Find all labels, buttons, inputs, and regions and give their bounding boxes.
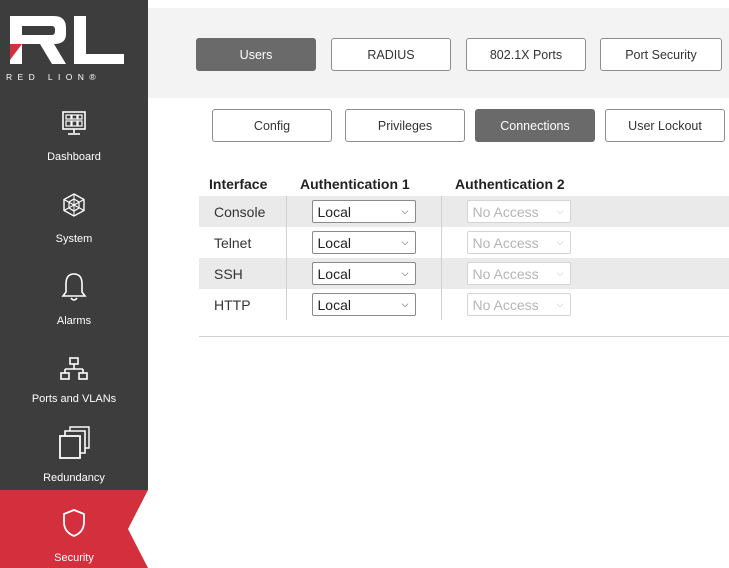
dashboard-icon bbox=[62, 111, 86, 135]
sidebar-item-label: Dashboard bbox=[47, 151, 101, 163]
auth1-select[interactable]: Local ⌵ bbox=[311, 200, 416, 223]
content-panel bbox=[175, 98, 729, 568]
chevron-down-icon: ⌵ bbox=[556, 206, 564, 216]
subtab-config[interactable]: Config bbox=[212, 109, 332, 142]
bell-icon bbox=[61, 273, 87, 301]
sidebar-item-dashboard[interactable]: Dashboard bbox=[0, 98, 148, 178]
interface-name: Telnet bbox=[214, 234, 252, 251]
active-indicator bbox=[128, 490, 148, 568]
chevron-down-icon: ⌵ bbox=[401, 268, 409, 278]
sidebar: RED LION® Dashboard System Alarms Ports … bbox=[0, 0, 148, 568]
tab-users[interactable]: Users bbox=[196, 38, 316, 71]
sidebar-item-security[interactable]: Security bbox=[0, 490, 148, 568]
brand-logo: RED LION® bbox=[0, 0, 148, 88]
chevron-down-icon: ⌵ bbox=[556, 237, 564, 247]
interface-name: HTTP bbox=[214, 296, 251, 313]
sidebar-item-redundancy[interactable]: Redundancy bbox=[0, 418, 148, 498]
auth2-select: No Access ⌵ bbox=[466, 231, 571, 254]
auth1-select[interactable]: Local ⌵ bbox=[311, 293, 416, 316]
subtab-user-lockout[interactable]: User Lockout bbox=[605, 109, 725, 142]
auth1-select[interactable]: Local ⌵ bbox=[311, 262, 416, 285]
subtab-privileges[interactable]: Privileges bbox=[345, 109, 465, 142]
auth2-select: No Access ⌵ bbox=[466, 262, 571, 285]
table-row: Console Local ⌵ No Access ⌵ bbox=[199, 196, 729, 227]
sidebar-item-label: Security bbox=[54, 552, 94, 564]
interface-name: Console bbox=[199, 196, 286, 227]
sidebar-item-label: Redundancy bbox=[43, 472, 105, 484]
sidebar-item-label: Alarms bbox=[56, 315, 92, 327]
shield-icon bbox=[63, 509, 85, 537]
interface-name: SSH bbox=[199, 258, 286, 289]
table-row: SSH Local ⌵ No Access ⌵ bbox=[199, 258, 729, 289]
tab-8021x-ports[interactable]: 802.1X Ports bbox=[466, 38, 586, 71]
tab-radius[interactable]: RADIUS bbox=[331, 38, 451, 71]
logo-text: RED LION® bbox=[6, 72, 102, 82]
table-divider bbox=[199, 336, 729, 337]
auth1-select[interactable]: Local ⌵ bbox=[311, 231, 416, 254]
subtab-connections[interactable]: Connections bbox=[475, 109, 595, 142]
redundancy-icon bbox=[59, 426, 90, 459]
tab-port-security[interactable]: Port Security bbox=[600, 38, 722, 71]
sidebar-item-label: Ports and VLANs bbox=[31, 393, 117, 405]
auth2-select: No Access ⌵ bbox=[466, 293, 571, 316]
connections-table: Interface Authentication 1 Authenticatio… bbox=[199, 172, 729, 320]
table-row: Telnet Local ⌵ No Access ⌵ bbox=[199, 227, 729, 258]
table-row: HTTP Local ⌵ No Access ⌵ bbox=[199, 289, 729, 320]
system-icon bbox=[63, 193, 85, 217]
header-interface: Interface bbox=[209, 176, 268, 192]
chevron-down-icon: ⌵ bbox=[401, 206, 409, 216]
red-lion-logo-icon bbox=[10, 16, 124, 64]
auth2-select: No Access ⌵ bbox=[466, 200, 571, 223]
chevron-down-icon: ⌵ bbox=[556, 268, 564, 278]
chevron-down-icon: ⌵ bbox=[401, 237, 409, 247]
sidebar-item-ports-and-vlans[interactable]: Ports and VLANs bbox=[0, 342, 148, 422]
chevron-down-icon: ⌵ bbox=[556, 299, 564, 309]
sidebar-item-system[interactable]: System bbox=[0, 180, 148, 260]
chevron-down-icon: ⌵ bbox=[401, 299, 409, 309]
header-authentication-2: Authentication 2 bbox=[455, 176, 565, 192]
sidebar-item-alarms[interactable]: Alarms bbox=[0, 262, 148, 342]
sidebar-item-label: System bbox=[55, 233, 93, 245]
network-icon bbox=[60, 357, 88, 380]
header-authentication-1: Authentication 1 bbox=[300, 176, 410, 192]
